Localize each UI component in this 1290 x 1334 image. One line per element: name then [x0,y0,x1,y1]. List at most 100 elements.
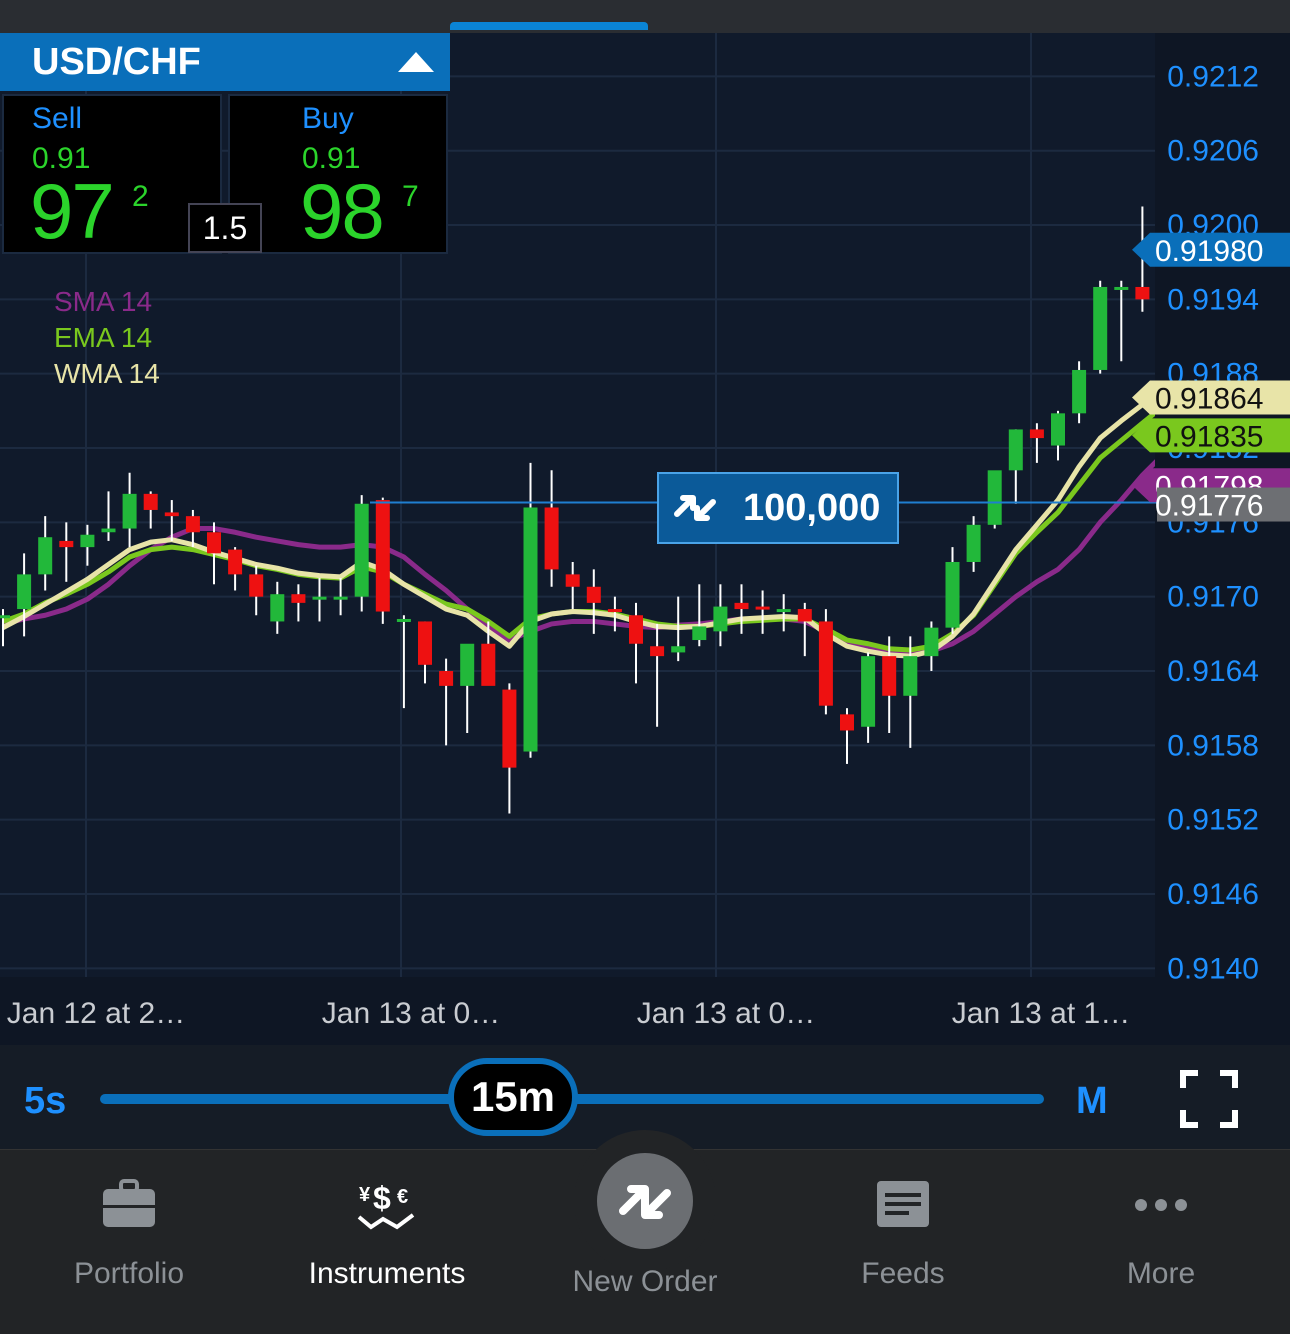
price-tag: 0.91835 [1132,418,1290,453]
candle-body [755,606,770,610]
candle [1008,429,1023,504]
candle-body [122,493,137,529]
timeframe-slider-thumb[interactable]: 15m [448,1058,578,1136]
svg-text:€: € [397,1186,408,1208]
candle [945,547,960,634]
position-quantity: 100,000 [743,486,881,529]
buy-price-big: 98 [300,167,385,255]
candle-body [629,615,643,644]
tab-label: Portfolio [73,1257,185,1290]
more-dots-icon [1135,1199,1187,1211]
candle-body [523,507,538,752]
candle-body [375,500,390,612]
candle-body [502,689,517,768]
indicator-legend: SMA 14 EMA 14 WMA 14 [54,284,160,392]
briefcase-icon [103,1179,155,1227]
candle [734,584,749,634]
new-order-button[interactable] [597,1153,693,1249]
tab-instruments[interactable]: ¥ $ € Instruments [258,1149,516,1333]
tab-label: Instruments [308,1257,466,1290]
candle-body [59,540,74,548]
candle [1051,410,1065,461]
candle-body [312,596,327,600]
candle [502,683,517,814]
x-tick-label: Jan 12 at 2… [7,997,185,1030]
page-indicator [450,22,648,30]
x-tick-label: Jan 13 at 0… [322,997,500,1030]
candle-body [101,528,116,533]
timeframe-max-label[interactable]: M [1076,1080,1108,1123]
candle-body [38,537,53,575]
candle [1093,280,1108,374]
tab-feeds[interactable]: Feeds [774,1149,1032,1333]
tab-portfolio[interactable]: Portfolio [0,1149,258,1333]
candle [101,491,116,541]
open-position-marker[interactable]: 100,000 [657,472,899,544]
y-tick-label: 0.9158 [1167,729,1259,762]
candle-body [903,656,918,696]
candle-body [439,671,454,686]
candle [1072,361,1087,424]
candle [861,652,876,743]
buy-label: Buy [302,102,354,135]
candle [17,553,32,637]
currency-icon: ¥ $ € [357,1180,415,1230]
price-tag-label: 0.91980 [1155,235,1263,268]
candle-body [671,646,686,653]
candle-body [228,549,243,575]
candle-body [80,534,95,548]
candle-body [586,586,601,603]
candle [59,522,74,582]
top-status-bar [0,0,1290,33]
candle [818,609,833,715]
timeframe-min-label[interactable]: 5s [24,1080,66,1123]
candle-body [164,512,179,517]
spread-value: 1.5 [188,203,262,253]
price-tag-label: 0.91776 [1155,490,1263,523]
triangle-up-icon[interactable] [398,52,434,72]
candle [692,584,707,647]
candle-body [797,609,812,622]
price-tag: 0.91776 [1155,487,1290,523]
candle-body [818,621,833,706]
candle [439,658,454,746]
candle-body [291,594,306,603]
fullscreen-icon[interactable] [1180,1070,1238,1128]
candle [565,561,580,610]
candle [80,524,95,566]
candle [650,623,665,727]
price-tag: 0.91864 [1132,380,1290,416]
y-tick-label: 0.9170 [1167,581,1259,614]
candle [460,643,475,733]
new-order-arrows-icon [674,495,716,521]
price-tag: 0.91980 [1132,232,1290,268]
svg-text:$: $ [373,1180,391,1216]
candle-body [1051,413,1065,446]
candle-body [354,503,369,597]
candle-body [17,574,32,610]
candle-body [776,609,791,613]
candle [375,497,390,624]
candle [1114,280,1129,362]
feeds-icon [877,1181,929,1227]
candle-body [607,609,622,613]
candle-body [966,524,981,562]
candles [0,206,1171,814]
price-tag-label: 0.91864 [1155,383,1263,416]
candle-body [924,627,939,657]
candle [544,470,559,587]
sell-price-big: 97 [30,167,115,255]
candle-body [1008,429,1023,471]
candle [396,615,411,709]
candle-body [333,596,348,600]
candle [418,621,432,684]
new-order-arrows-icon [619,1185,671,1219]
candle [987,470,1002,529]
tab-label: Feeds [861,1257,945,1290]
tab-more[interactable]: More [1032,1149,1290,1333]
legend-wma: WMA 14 [54,358,160,389]
candle [333,578,348,616]
instrument-selector[interactable]: USD/CHF [0,33,450,91]
candle-body [481,643,496,686]
legend-ema: EMA 14 [54,322,153,353]
